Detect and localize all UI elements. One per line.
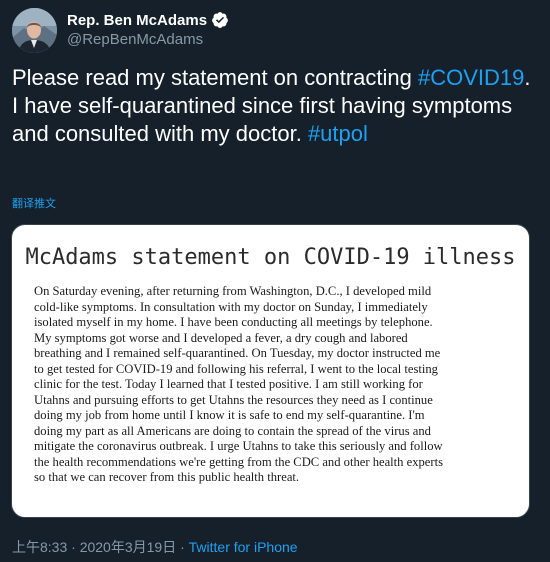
statement-line: to get tested for COVID-19 and following… — [34, 361, 438, 376]
tweet-text-part1: Please read my statement on contracting — [12, 65, 418, 90]
statement-line: the health recommendations we're getting… — [34, 454, 443, 469]
statement-line: clinic for the test. Today I learned tha… — [34, 377, 423, 391]
profile-photo — [12, 8, 57, 53]
statement-line: Utahns and pursuing efforts to get Utahn… — [34, 392, 433, 407]
author-name-row[interactable]: Rep. Ben McAdams — [67, 11, 229, 29]
tweet-source-link[interactable]: Twitter for iPhone — [189, 539, 298, 555]
statement-line: doing my job from home until I know it i… — [34, 408, 425, 422]
statement-line: doing my part as all Americans are doing… — [34, 423, 431, 438]
tweet-text: Please read my statement on contracting … — [12, 64, 538, 148]
translate-tweet-link[interactable]: 翻译推文 — [12, 195, 56, 211]
statement-line: so that we can recover from this public … — [34, 470, 300, 484]
avatar[interactable] — [12, 8, 57, 53]
hashtag-covid19-link[interactable]: #COVID19 — [418, 65, 524, 90]
hashtag-utpol-link[interactable]: #utpol — [308, 121, 368, 146]
tweet-timestamp[interactable]: 上午8:33 · 2020年3月19日 · — [12, 539, 189, 555]
tweet-footer: 上午8:33 · 2020年3月19日 · Twitter for iPhone — [12, 537, 298, 557]
statement-line: On Saturday evening, after returning fro… — [34, 284, 432, 298]
author-handle[interactable]: @RepBenMcAdams — [67, 31, 203, 48]
statement-line: My symptoms got worse and I developed a … — [34, 330, 408, 345]
statement-line: isolated myself in my home. I have been … — [34, 315, 433, 329]
statement-body: On Saturday evening, after returning fro… — [34, 284, 526, 486]
statement-line: mitigate the coronavirus outbreak. I urg… — [34, 439, 443, 453]
verified-badge-icon — [212, 12, 228, 28]
statement-line: breathing and I remained self-quarantine… — [34, 346, 441, 360]
author-display-name[interactable]: Rep. Ben McAdams — [67, 12, 207, 29]
statement-title: McAdams statement on COVID-19 illness — [25, 245, 516, 270]
statement-image[interactable]: McAdams statement on COVID-19 illness On… — [11, 224, 530, 518]
statement-line: cold-like symptoms. In consultation with… — [34, 299, 428, 314]
